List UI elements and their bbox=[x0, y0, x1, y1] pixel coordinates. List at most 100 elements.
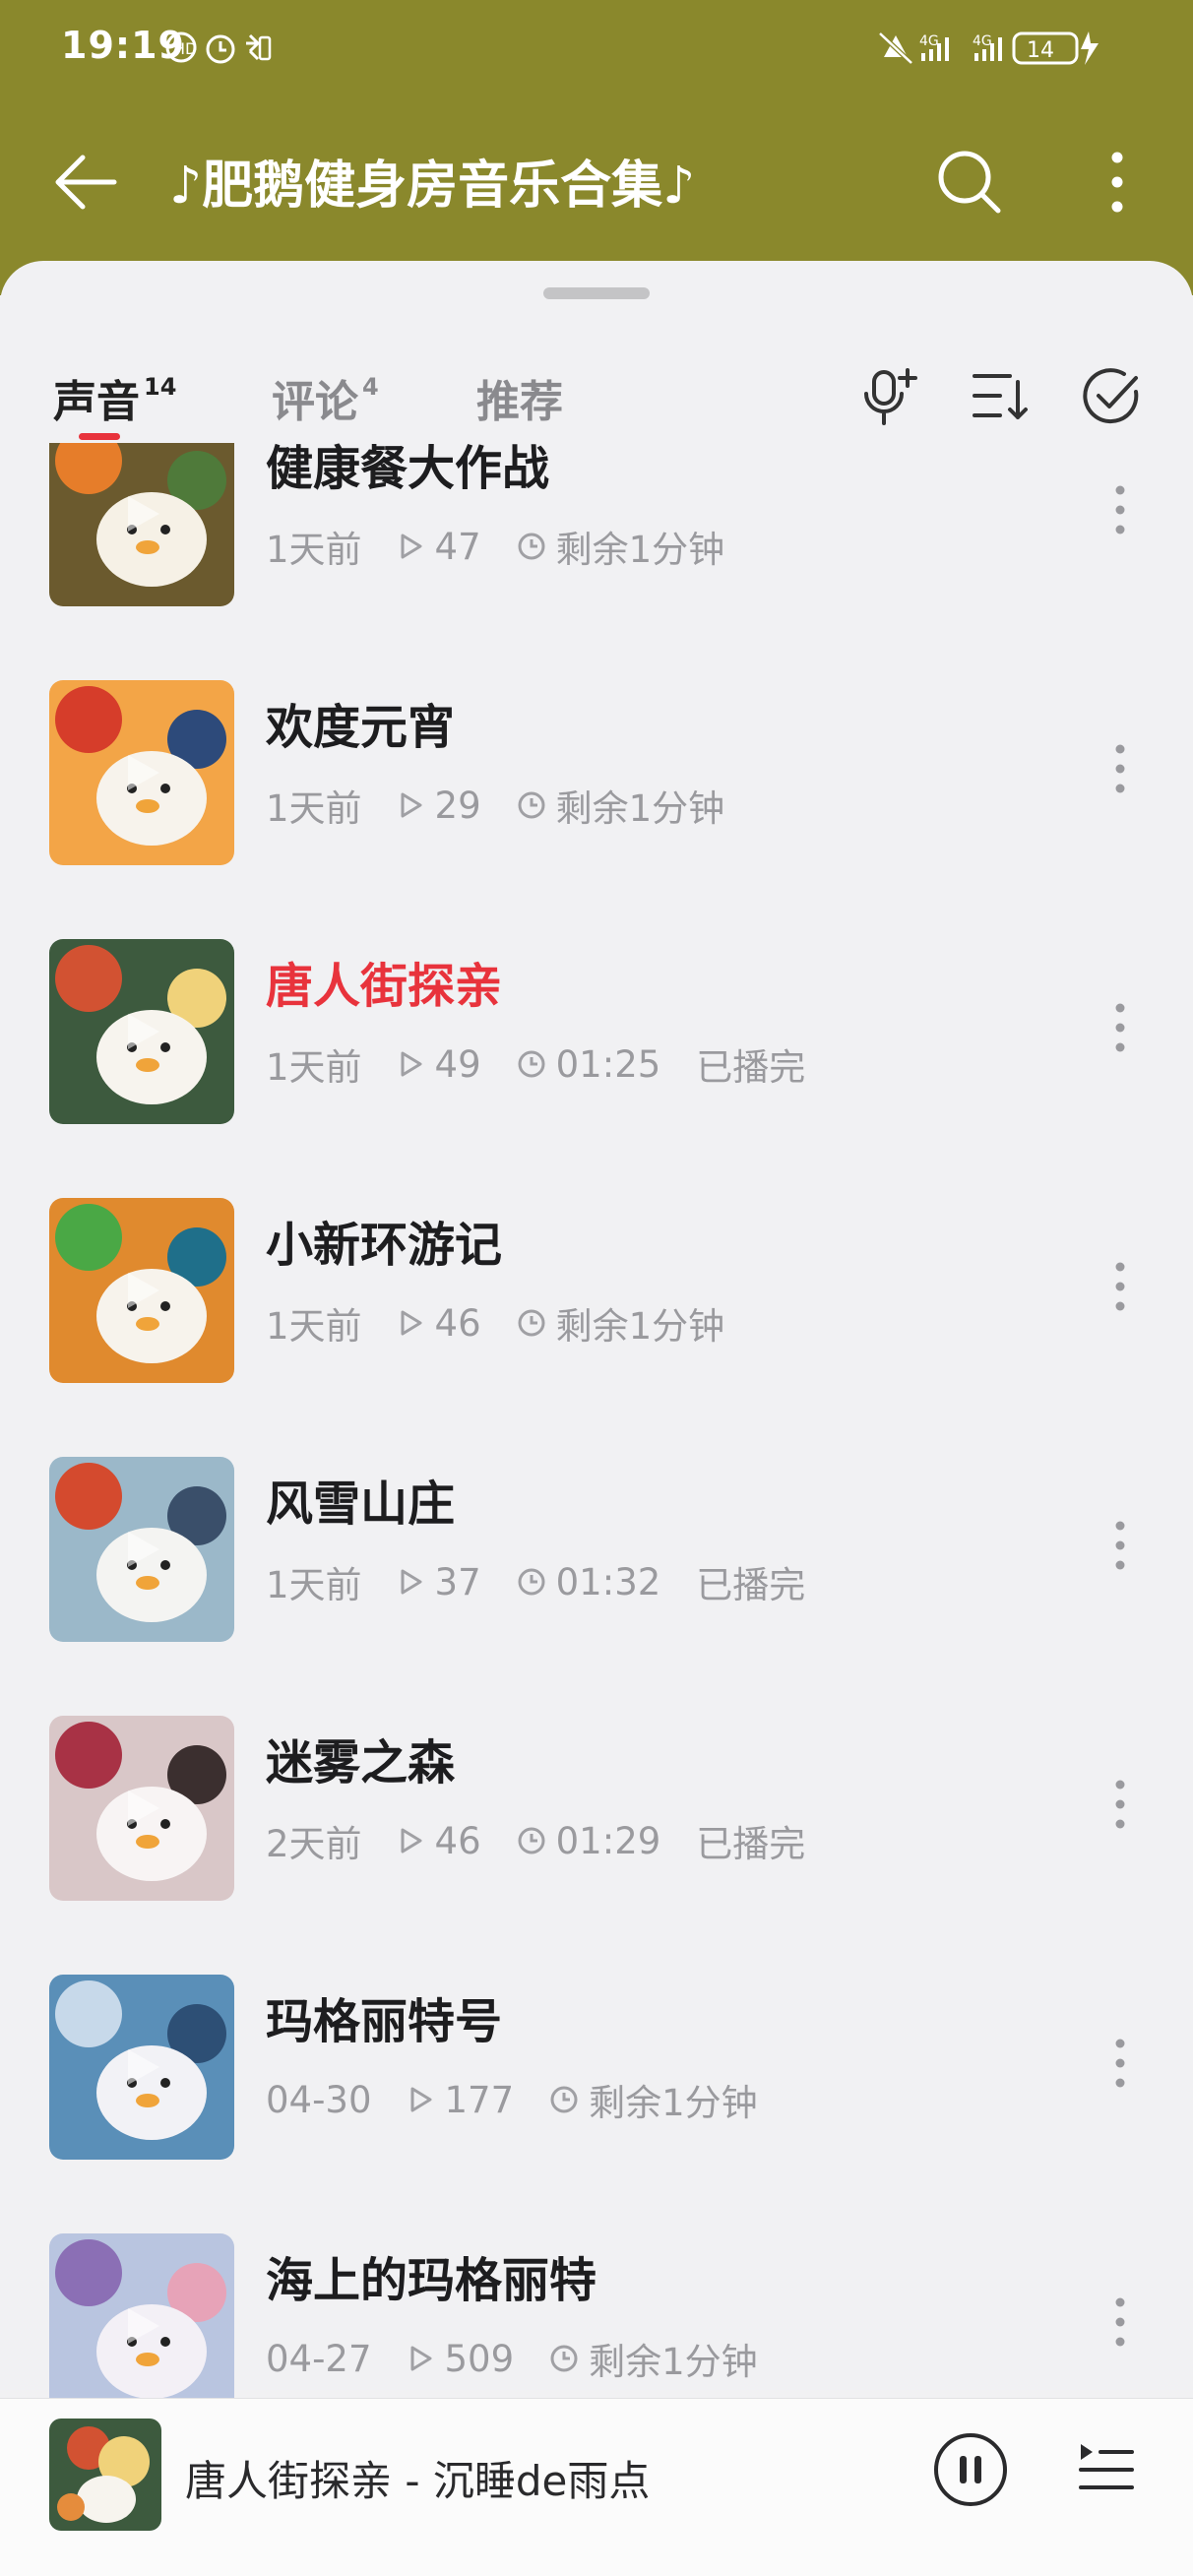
track-title[interactable]: 迷雾之森 bbox=[266, 1724, 455, 1792]
track-duration-text: 剩余1分钟 bbox=[589, 2341, 758, 2383]
track-row[interactable]: 玛格丽特号 04-30 177 剩余1分钟 bbox=[0, 1975, 1193, 2162]
track-row[interactable]: 健康餐大作战 1天前 47 剩余1分钟 bbox=[0, 443, 1193, 608]
track-cover[interactable] bbox=[49, 2233, 234, 2398]
track-meta: 1天前 49 01:25 已播完 bbox=[266, 1037, 841, 1091]
play-count-icon bbox=[401, 1569, 422, 1595]
track-cover[interactable] bbox=[49, 1198, 234, 1383]
track-list[interactable]: 健康餐大作战 1天前 47 剩余1分钟 欢度元宵 1天前 29 剩余1分钟 唐人街探亲 1天前 49… bbox=[0, 443, 1193, 2398]
track-title[interactable]: 健康餐大作战 bbox=[266, 443, 549, 498]
pause-button[interactable] bbox=[931, 2430, 1010, 2509]
track-duration: 剩余1分钟 bbox=[549, 2332, 758, 2385]
track-more-icon[interactable] bbox=[1110, 2293, 1130, 2352]
track-date: 1天前 bbox=[266, 529, 362, 571]
track-more-icon[interactable] bbox=[1110, 1775, 1130, 1834]
track-plays: 29 bbox=[398, 785, 481, 827]
track-duration-text: 01:32 bbox=[555, 1560, 661, 1603]
tab-recommend[interactable]: 推荐 bbox=[476, 366, 563, 429]
track-meta: 04-27 509 剩余1分钟 bbox=[266, 2332, 829, 2385]
now-playing-cover[interactable] bbox=[49, 2419, 161, 2531]
track-row[interactable]: 迷雾之森 2天前 46 01:29 已播完 bbox=[0, 1716, 1193, 1903]
play-count-icon bbox=[401, 1828, 422, 1853]
track-more-icon[interactable] bbox=[1110, 480, 1130, 539]
track-more-icon[interactable] bbox=[1110, 2034, 1130, 2093]
clock-icon bbox=[518, 533, 545, 560]
tab-recommend-label: 推荐 bbox=[476, 377, 563, 427]
track-title[interactable]: 小新环游记 bbox=[266, 1206, 502, 1275]
track-duration: 剩余1分钟 bbox=[517, 520, 725, 573]
track-duration: 01:25 bbox=[517, 1042, 661, 1086]
play-count-icon bbox=[401, 1310, 422, 1336]
track-plays: 46 bbox=[398, 1820, 481, 1862]
track-title[interactable]: 欢度元宵 bbox=[266, 688, 455, 757]
track-row[interactable]: 小新环游记 1天前 46 剩余1分钟 bbox=[0, 1198, 1193, 1385]
tab-comments-count: 4 bbox=[362, 373, 379, 402]
play-count-icon bbox=[410, 2346, 432, 2371]
svg-text:4G: 4G bbox=[973, 33, 992, 49]
track-duration-text: 01:25 bbox=[555, 1042, 661, 1086]
track-play-count: 46 bbox=[434, 1301, 481, 1345]
tab-sounds[interactable]: 声音 14 bbox=[53, 366, 176, 429]
track-row[interactable]: 风雪山庄 1天前 37 01:32 已播完 bbox=[0, 1457, 1193, 1644]
play-count-icon bbox=[410, 2087, 432, 2112]
track-title[interactable]: 风雪山庄 bbox=[266, 1465, 455, 1534]
sort-icon[interactable] bbox=[971, 370, 1030, 425]
tab-sounds-label: 声音 bbox=[53, 377, 140, 427]
now-playing-text[interactable]: 唐人街探亲 - 沉睡de雨点 bbox=[185, 2448, 650, 2508]
play-count-icon bbox=[401, 1051, 422, 1077]
track-more-icon[interactable] bbox=[1110, 1516, 1130, 1575]
track-meta: 2天前 46 01:29 已播完 bbox=[266, 1814, 841, 1867]
svg-text:14: 14 bbox=[1027, 38, 1054, 63]
clock-icon bbox=[518, 1309, 545, 1337]
track-more-icon[interactable] bbox=[1110, 739, 1130, 798]
track-cover[interactable] bbox=[49, 939, 234, 1124]
multi-select-check-icon[interactable] bbox=[1081, 366, 1142, 427]
clock-icon bbox=[518, 791, 545, 819]
track-row[interactable]: 唐人街探亲 1天前 49 01:25 已播完 bbox=[0, 939, 1193, 1126]
track-date: 04-27 bbox=[266, 2337, 372, 2380]
track-duration-text: 剩余1分钟 bbox=[555, 529, 725, 571]
tab-comments[interactable]: 评论 4 bbox=[272, 366, 379, 429]
tab-active-indicator bbox=[79, 433, 120, 440]
track-duration: 01:29 bbox=[517, 1820, 660, 1862]
track-cover[interactable] bbox=[49, 1716, 234, 1901]
track-title[interactable]: 玛格丽特号 bbox=[266, 1982, 502, 2051]
clock-icon bbox=[518, 1568, 545, 1596]
microphone-add-icon[interactable] bbox=[862, 366, 921, 429]
page-title: ♪肥鹅健身房音乐合集♪ bbox=[169, 157, 696, 216]
track-cover[interactable] bbox=[49, 1457, 234, 1642]
drag-handle[interactable] bbox=[543, 287, 650, 299]
status-icons-right: 4G 4G 14 bbox=[878, 31, 1099, 65]
track-row[interactable]: 欢度元宵 1天前 29 剩余1分钟 bbox=[0, 680, 1193, 867]
play-count-icon bbox=[401, 792, 422, 818]
track-title[interactable]: 唐人街探亲 bbox=[266, 947, 502, 1016]
track-cover[interactable] bbox=[49, 680, 234, 865]
track-played-status: 已播完 bbox=[696, 1564, 806, 1606]
mini-player[interactable]: 唐人街探亲 - 沉睡de雨点 bbox=[0, 2398, 1193, 2576]
track-play-count: 46 bbox=[434, 1819, 481, 1862]
search-icon[interactable] bbox=[935, 148, 1004, 217]
status-bar: 19:19 HD 4G 4G 14 bbox=[0, 0, 1193, 98]
svg-text:HD: HD bbox=[173, 39, 197, 58]
track-duration: 01:32 bbox=[517, 1560, 661, 1603]
track-play-count: 509 bbox=[444, 2337, 515, 2380]
track-plays: 509 bbox=[408, 2337, 515, 2380]
track-play-count: 177 bbox=[444, 2078, 515, 2121]
clock-icon bbox=[518, 1827, 545, 1854]
svg-text:4G: 4G bbox=[919, 33, 939, 49]
track-meta: 1天前 29 剩余1分钟 bbox=[266, 779, 795, 832]
track-cover[interactable] bbox=[49, 1975, 234, 2160]
track-more-icon[interactable] bbox=[1110, 998, 1130, 1057]
back-arrow-icon[interactable] bbox=[51, 150, 120, 215]
track-row[interactable]: 海上的玛格丽特 04-27 509 剩余1分钟 bbox=[0, 2233, 1193, 2398]
playlist-icon[interactable] bbox=[1077, 2438, 1136, 2497]
track-more-icon[interactable] bbox=[1110, 1257, 1130, 1316]
clock-icon bbox=[550, 2086, 578, 2113]
track-title[interactable]: 海上的玛格丽特 bbox=[266, 2241, 596, 2310]
track-meta: 1天前 46 剩余1分钟 bbox=[266, 1296, 795, 1350]
status-icons-left: HD bbox=[165, 31, 272, 64]
more-vertical-icon[interactable] bbox=[1104, 148, 1130, 217]
track-duration: 剩余1分钟 bbox=[549, 2073, 758, 2126]
track-cover[interactable] bbox=[49, 443, 234, 606]
track-plays: 46 bbox=[398, 1302, 481, 1345]
track-meta: 1天前 37 01:32 已播完 bbox=[266, 1555, 841, 1608]
